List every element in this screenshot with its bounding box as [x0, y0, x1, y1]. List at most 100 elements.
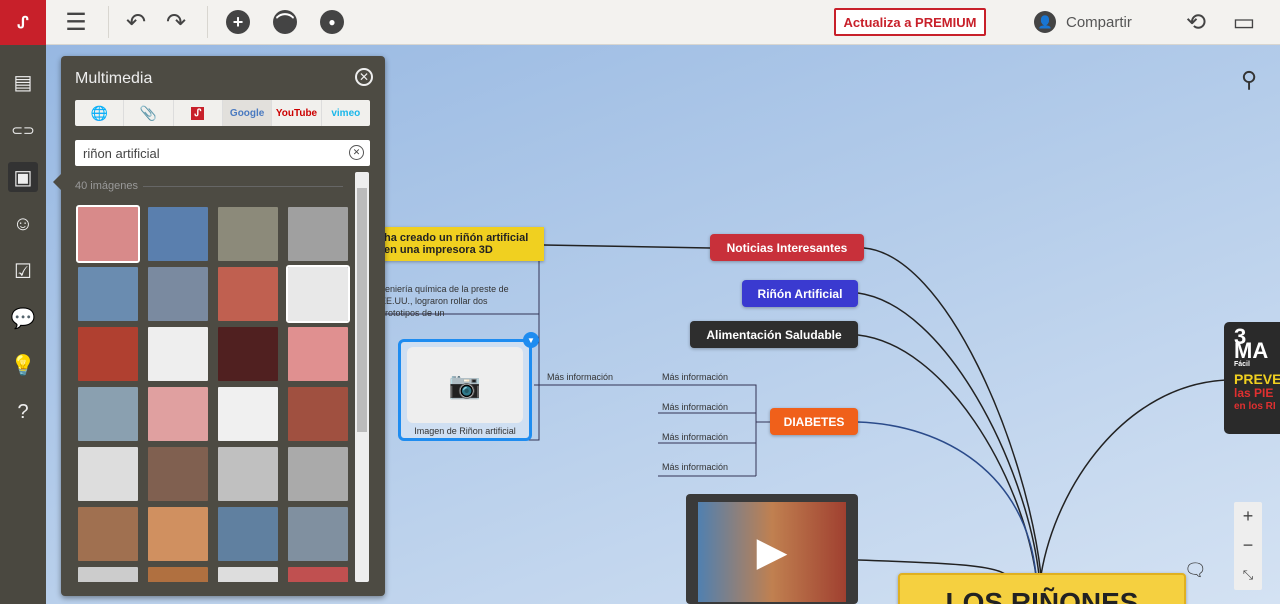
image-thumbnail[interactable] [148, 207, 208, 261]
link-topic[interactable]: Más información [662, 402, 728, 412]
image-thumbnail[interactable] [148, 507, 208, 561]
left-sidebar: ▤ ⊂⊃ ▣ ☺ ☑ 💬 💡 ? [0, 45, 46, 604]
image-thumbnail[interactable] [148, 387, 208, 441]
multimedia-icon[interactable]: ▣ [8, 162, 38, 192]
image-thumbnail[interactable] [78, 447, 138, 501]
tab-google[interactable]: Google [222, 100, 273, 126]
tasks-icon[interactable]: ☑ [8, 256, 38, 286]
zoom-in-button[interactable]: + [1234, 502, 1262, 531]
emoji-icon[interactable]: ☺ [8, 209, 38, 239]
globe-icon: 🌐 [90, 104, 108, 121]
presentation-icon[interactable]: ▭ [1230, 8, 1258, 36]
image-thumbnail[interactable] [288, 387, 348, 441]
share-button[interactable]: 👤 Compartir [1034, 11, 1132, 33]
connector [857, 292, 1040, 576]
ideas-icon[interactable]: 💡 [8, 350, 38, 380]
image-search-input[interactable]: riñon artificial ✕ [75, 140, 370, 166]
image-thumbnail[interactable] [76, 205, 140, 263]
image-thumbnail[interactable] [288, 207, 348, 261]
outline-icon[interactable]: ▤ [8, 67, 38, 97]
link-icon[interactable]: ⊂⊃ [8, 115, 38, 145]
tab-vimeo[interactable]: vimeo [322, 100, 370, 126]
link-topic[interactable]: Más información [662, 462, 728, 472]
close-icon[interactable]: ✕ [355, 68, 373, 86]
help-icon[interactable]: ? [8, 397, 38, 427]
multimedia-panel: Multimedia ✕ 🌐 📎 ᔑ Google YouTube vimeo … [53, 56, 385, 596]
central-topic[interactable]: LOS RIÑONES [898, 573, 1186, 604]
app-logo[interactable]: ᔑ [0, 0, 46, 45]
image-thumbnail[interactable] [218, 327, 278, 381]
poster-image[interactable]: 3 MA Fácil PREVE las PIE en los RI [1224, 322, 1280, 434]
link-topic[interactable]: Más información [662, 372, 728, 382]
dropdown-icon[interactable]: ▼ [523, 332, 539, 348]
image-topic[interactable]: 📷 Imagen de Riñon artificial ▼ [398, 332, 539, 441]
zoom-out-button[interactable]: − [1234, 531, 1262, 560]
topic-rinon[interactable]: Riñón Artificial [742, 280, 858, 307]
tab-attach[interactable]: 📎 [124, 100, 174, 126]
image-thumbnail[interactable] [78, 327, 138, 381]
play-icon[interactable]: ▶ [698, 502, 846, 602]
image-thumbnail[interactable] [148, 567, 208, 582]
image-thumbnail[interactable] [288, 507, 348, 561]
topic-note: geniería química de la preste de EE.UU.,… [380, 284, 509, 318]
panel-title: Multimedia [75, 70, 153, 87]
image-thumbnail[interactable] [148, 327, 208, 381]
image-thumbnail[interactable] [78, 267, 138, 321]
image-thumbnail[interactable] [218, 267, 278, 321]
topic-alimentacion[interactable]: Alimentación Saludable [690, 321, 858, 348]
image-thumbnail[interactable] [218, 567, 278, 582]
image-thumbnail[interactable] [148, 267, 208, 321]
image-thumbnail[interactable] [218, 207, 278, 261]
image-caption: Imagen de Riñon artificial [414, 426, 516, 436]
divider [207, 6, 208, 38]
zoom-controls: + − ⤡ [1234, 502, 1262, 590]
image-thumbnail[interactable] [218, 387, 278, 441]
redo-icon[interactable]: ↷ [162, 8, 190, 36]
image-thumbnail[interactable] [288, 567, 348, 582]
share-label: Compartir [1066, 13, 1132, 31]
image-thumbnail[interactable] [78, 507, 138, 561]
image-thumbnail[interactable] [218, 507, 278, 561]
result-count: 40 imágenes [75, 180, 138, 192]
image-thumbnail[interactable] [78, 567, 138, 582]
comments-icon[interactable]: 💬 [8, 303, 38, 333]
undo-icon[interactable]: ↶ [122, 8, 150, 36]
image-thumbnail[interactable] [218, 447, 278, 501]
connector [857, 334, 1037, 576]
add-topic-icon[interactable]: + [224, 8, 252, 36]
tab-mindomo[interactable]: ᔑ [174, 100, 223, 126]
fit-icon[interactable]: ⤡ [1234, 560, 1262, 589]
yellow-topic[interactable]: ha creado un riñón artificial en una imp… [376, 227, 544, 261]
link-topic[interactable]: Más información [547, 372, 613, 382]
users-icon: 👤 [1034, 11, 1056, 33]
image-thumbnail[interactable] [148, 447, 208, 501]
scrollbar[interactable] [355, 172, 369, 582]
image-thumbnail[interactable] [288, 447, 348, 501]
image-thumbnail[interactable] [286, 265, 350, 323]
paperclip-icon: 📎 [139, 104, 158, 121]
source-tabs: 🌐 📎 ᔑ Google YouTube vimeo [75, 100, 370, 126]
clear-search-icon[interactable]: ✕ [349, 145, 364, 160]
connector [1040, 379, 1227, 576]
comment-icon[interactable]: 🗨 [1184, 560, 1207, 581]
search-icon[interactable]: ⚲ [1241, 67, 1257, 93]
topic-noticias[interactable]: Noticias Interesantes [710, 234, 864, 261]
scrollbar-thumb[interactable] [357, 188, 367, 432]
video-topic[interactable]: ▶ [686, 494, 858, 604]
divider [143, 186, 343, 187]
theme-icon[interactable]: ● [318, 8, 346, 36]
upgrade-premium-button[interactable]: Actualiza a PREMIUM [834, 8, 986, 36]
search-value: riñon artificial [83, 146, 160, 161]
relationship-icon[interactable]: ⌒ [271, 8, 299, 36]
tab-youtube[interactable]: YouTube [272, 100, 322, 126]
mindomo-icon: ᔑ [191, 106, 205, 120]
image-thumbnail[interactable] [78, 387, 138, 441]
camera-icon: 📷 [407, 347, 523, 423]
topic-diabetes[interactable]: DIABETES [770, 408, 858, 435]
link-topic[interactable]: Más información [662, 432, 728, 442]
image-thumbnail[interactable] [288, 327, 348, 381]
divider [108, 6, 109, 38]
tab-web[interactable]: 🌐 [75, 100, 125, 126]
menu-icon[interactable]: ☰ [62, 8, 90, 36]
history-icon[interactable]: ⟲ [1182, 8, 1210, 36]
